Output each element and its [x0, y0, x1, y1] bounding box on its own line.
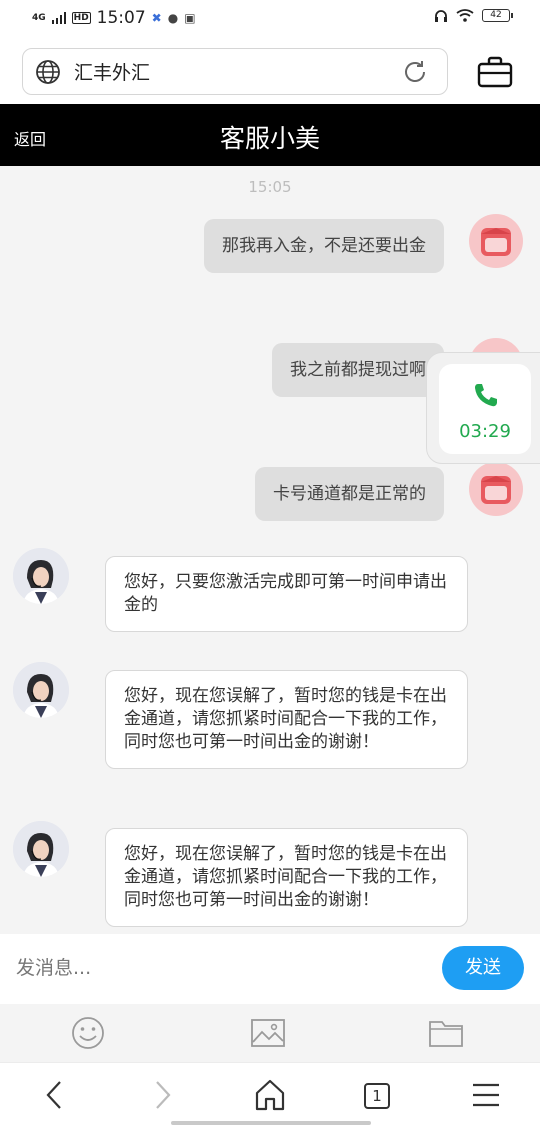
incoming-message[interactable]: 您好，现在您误解了，暂时您的钱是卡在出金通道，请您抓紧时间配合一下我的工作，同时… — [105, 670, 468, 769]
hd-badge: HD — [71, 12, 91, 24]
tabs-button[interactable]: 1 — [360, 1077, 394, 1113]
agent-avatar-icon — [13, 821, 69, 877]
user-avatar-icon — [481, 228, 511, 256]
folder-icon[interactable] — [428, 1016, 464, 1050]
battery-icon: 42 — [482, 9, 513, 22]
composer-tools — [0, 1004, 540, 1062]
headphones-icon — [435, 10, 447, 22]
tab-count: 1 — [364, 1083, 390, 1109]
message-input[interactable] — [16, 948, 416, 988]
globe-icon — [36, 59, 60, 84]
agent-avatar-icon — [13, 662, 69, 718]
composer: 发送 — [0, 934, 540, 1004]
address-bar[interactable]: 汇丰外汇 — [22, 48, 448, 95]
chat-header: 返回 客服小美 — [0, 104, 540, 166]
briefcase-icon[interactable] — [476, 56, 514, 88]
chat-area[interactable]: 15:05 那我再入金，不是还要出金 我之前都提现过啊 卡号通道都是正常的 您好… — [0, 166, 540, 934]
outgoing-message[interactable]: 我之前都提现过啊 — [272, 343, 444, 397]
browser-address-row: 汇丰外汇 — [0, 38, 540, 104]
emoji-icon[interactable] — [70, 1016, 106, 1050]
forward-arrow-icon[interactable] — [145, 1077, 179, 1113]
browser-nav-bar: 1 — [0, 1062, 540, 1128]
agent-avatar[interactable] — [13, 548, 69, 604]
outgoing-message[interactable]: 那我再入金，不是还要出金 — [204, 219, 444, 273]
user-avatar[interactable] — [469, 462, 523, 516]
chat-title: 客服小美 — [219, 124, 320, 153]
agent-avatar[interactable] — [13, 821, 69, 877]
network-type: 4G — [32, 12, 46, 23]
reload-icon[interactable] — [401, 58, 429, 86]
user-avatar[interactable] — [469, 214, 523, 268]
user-avatar-icon — [481, 476, 511, 504]
image-icon[interactable] — [250, 1016, 286, 1050]
message-timestamp: 15:05 — [248, 178, 292, 196]
url-text[interactable]: 汇丰外汇 — [74, 58, 401, 85]
agent-avatar-icon — [13, 548, 69, 604]
wechat-icon: ● — [167, 11, 179, 25]
menu-icon[interactable] — [469, 1077, 503, 1113]
call-widget[interactable]: 03:29 — [426, 352, 540, 464]
agent-avatar[interactable] — [13, 662, 69, 718]
home-indicator[interactable] — [171, 1121, 371, 1125]
status-time: 15:07 — [96, 8, 146, 28]
incoming-message[interactable]: 您好，只要您激活完成即可第一时间申请出金的 — [105, 556, 468, 632]
wifi-icon — [456, 9, 474, 22]
outgoing-message[interactable]: 卡号通道都是正常的 — [255, 467, 444, 521]
incoming-message[interactable]: 您好，现在您误解了，暂时您的钱是卡在出金通道，请您抓紧时间配合一下我的工作，同时… — [105, 828, 468, 927]
status-bar: 4G HD 15:07 ✖ ● ▣ 42 — [0, 0, 540, 38]
telegram-icon: ▣ — [184, 11, 196, 25]
signal-icon — [51, 12, 66, 24]
call-widget-card[interactable]: 03:29 — [439, 364, 531, 454]
home-icon[interactable] — [253, 1077, 287, 1113]
send-button[interactable]: 发送 — [442, 946, 524, 990]
back-arrow-icon[interactable] — [38, 1077, 72, 1113]
call-timer: 03:29 — [459, 421, 511, 442]
phone-icon — [475, 384, 497, 407]
app-notify-icon: ✖ — [151, 11, 162, 25]
